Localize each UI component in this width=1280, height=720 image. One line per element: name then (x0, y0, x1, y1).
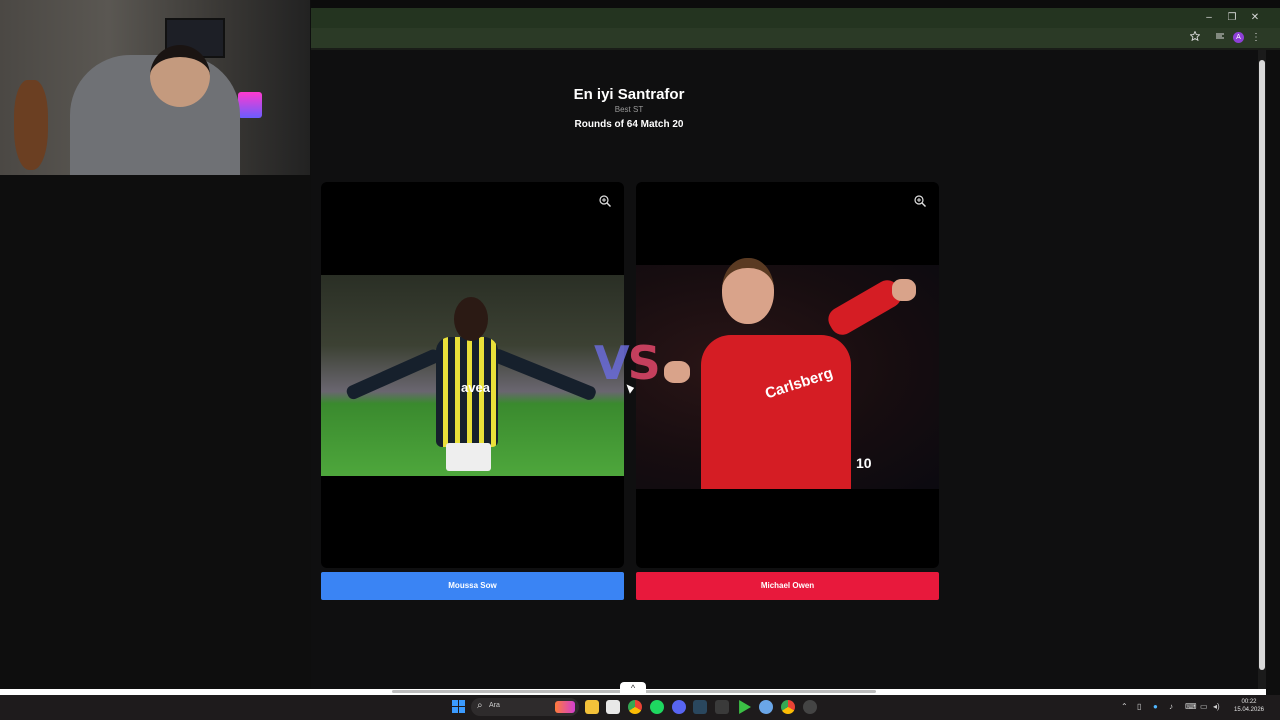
discord-icon[interactable] (672, 700, 686, 714)
player-jersey (701, 335, 851, 489)
vote-button-left[interactable]: Moussa Sow (321, 572, 624, 600)
clock-date: 15.04.2026 (1233, 707, 1265, 713)
minimize-button[interactable]: – (1202, 11, 1216, 25)
scroll-up-button[interactable]: ^ (620, 682, 646, 694)
calendar-app-icon[interactable] (606, 700, 620, 714)
chrome-icon[interactable] (628, 700, 642, 714)
settings-icon[interactable] (803, 700, 817, 714)
network-icon[interactable]: ▭ (1200, 700, 1208, 714)
spotify-icon[interactable] (650, 700, 664, 714)
player-head (454, 297, 488, 341)
candidate-photo-right[interactable]: Carlsberg 10 (636, 258, 939, 489)
zoom-in-icon[interactable] (598, 194, 612, 208)
player-shorts (446, 443, 491, 471)
extensions-icon[interactable] (1213, 31, 1227, 45)
tray-app-icon[interactable]: ● (1153, 700, 1158, 714)
player-fist-left (664, 361, 690, 383)
guitar (14, 80, 48, 170)
webcam-overlay (0, 0, 310, 175)
star-icon[interactable] (1188, 30, 1202, 45)
clock-time: 00:22 (1241, 699, 1257, 705)
player-head (722, 258, 774, 324)
player-arm-right (490, 347, 598, 402)
maximize-button[interactable]: ❐ (1225, 11, 1239, 25)
tournament-header: En iyi Santrafor Best ST Rounds of 64 Ma… (311, 86, 947, 132)
keyboard-icon[interactable]: ⌨ (1185, 700, 1197, 714)
vertical-scrollbar[interactable] (1258, 50, 1266, 690)
page-title: En iyi Santrafor (573, 86, 685, 103)
versus-v: V (594, 336, 630, 390)
tray-overflow-icon[interactable]: ⌃ (1121, 700, 1128, 714)
round-info: Rounds of 64 Match 20 (574, 119, 684, 130)
file-explorer-icon[interactable] (585, 700, 599, 714)
browser-chrome: – ❐ ✕ A ⋮ (311, 0, 1280, 50)
player-fist-right (892, 279, 916, 301)
close-button[interactable]: ✕ (1248, 11, 1262, 25)
taskbar-search-placeholder: Ara (489, 702, 500, 709)
windows-taskbar: ⌕ Ara ⌃ ▯ ● ♪ ⌨ ▭ ◂) 00:22 15.04.2026 (0, 695, 1280, 720)
tray-usb-icon[interactable]: ▯ (1137, 700, 1141, 714)
candidate-card-left[interactable]: avea (321, 182, 624, 568)
app-icon[interactable] (759, 700, 773, 714)
page-subtitle: Best ST (614, 105, 644, 114)
versus-label: VS (594, 336, 661, 390)
browser-menu-icon[interactable]: ⋮ (1249, 31, 1263, 45)
start-button[interactable] (452, 700, 465, 713)
search-icon: ⌕ (477, 700, 483, 711)
microphone-icon[interactable]: ♪ (1169, 700, 1173, 714)
media-player-icon[interactable] (739, 700, 751, 714)
search-highlight-icon (555, 701, 575, 713)
epic-games-icon[interactable] (715, 700, 729, 714)
tab-bar (311, 8, 1280, 28)
address-bar[interactable] (311, 28, 1280, 48)
rgb-lamp (238, 92, 262, 118)
profile-avatar[interactable]: A (1233, 32, 1244, 43)
vote-button-right[interactable]: Michael Owen (636, 572, 939, 600)
candidate-card-right[interactable]: Carlsberg 10 (636, 182, 939, 568)
jersey-sponsor: avea (461, 380, 490, 395)
zoom-in-icon[interactable] (913, 194, 927, 208)
steam-icon[interactable] (693, 700, 707, 714)
title-strip (311, 0, 1280, 8)
page-content: En iyi Santrafor Best ST Rounds of 64 Ma… (311, 50, 1258, 690)
chrome-active-icon[interactable] (781, 700, 795, 714)
screen: – ❐ ✕ A ⋮ En iyi Santrafor Best ST Round… (0, 0, 1280, 720)
jersey-number: 10 (856, 455, 872, 471)
taskbar-search[interactable]: ⌕ Ara (471, 698, 579, 716)
streamer-head (150, 45, 210, 107)
player-arm-left (344, 347, 442, 402)
candidate-photo-left[interactable]: avea (321, 275, 624, 476)
volume-icon[interactable]: ◂) (1213, 700, 1220, 714)
taskbar-clock[interactable]: 00:22 15.04.2026 (1226, 698, 1272, 714)
vertical-scroll-thumb[interactable] (1259, 60, 1265, 670)
